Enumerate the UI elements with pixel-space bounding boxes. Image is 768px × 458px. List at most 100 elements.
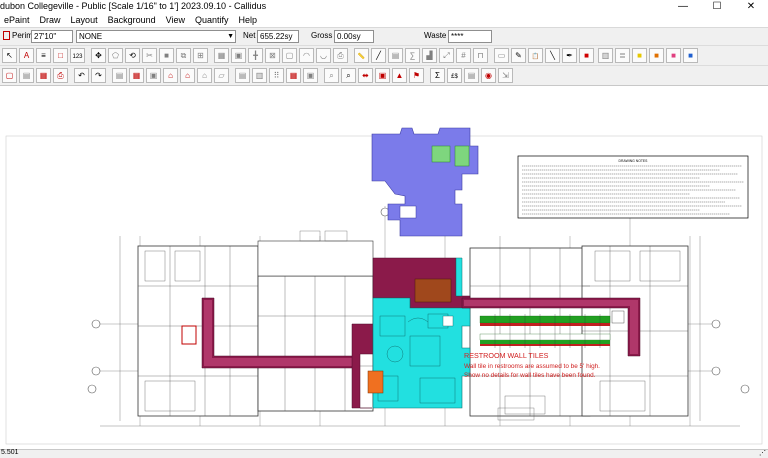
menu-epaint[interactable]: ePaint — [0, 14, 36, 27]
drawing-canvas[interactable]: DRAWING NOTES RESTROOM WALL TILES Wall t… — [0, 85, 768, 450]
pen-line-button[interactable]: ✒ — [562, 48, 577, 63]
menu-help[interactable]: Help — [235, 14, 264, 27]
stairs-tool-button[interactable]: ▟ — [422, 48, 437, 63]
seam-tool-button[interactable]: ╋ — [248, 48, 263, 63]
red-flag-button[interactable]: ⚑ — [409, 68, 424, 83]
vinyl-base-button[interactable]: ▭ — [494, 48, 509, 63]
net-field[interactable]: 655.22sy — [257, 30, 299, 43]
fit-width-button[interactable]: ⬌ — [358, 68, 373, 83]
rotate-tool-button[interactable]: ⟲ — [125, 48, 140, 63]
shape-button[interactable]: ▱ — [214, 68, 229, 83]
print-button[interactable]: ⎙ — [53, 68, 68, 83]
waste-field[interactable]: **** — [448, 30, 492, 43]
door-tool-button[interactable]: ⊓ — [473, 48, 488, 63]
orange-swatch-button[interactable]: ■ — [649, 48, 664, 63]
menu-quantify[interactable]: Quantify — [191, 14, 235, 27]
chevron-down-icon: ▼ — [227, 33, 234, 40]
undo-button[interactable]: ↶ — [74, 68, 89, 83]
north-arrow-button[interactable]: ▲ — [392, 68, 407, 83]
minimize-button[interactable]: — — [666, 0, 700, 14]
merge-tool-button[interactable]: ⊞ — [193, 48, 208, 63]
line-tool-button[interactable]: ╱ — [371, 48, 386, 63]
perim-field[interactable]: 27'10" — [31, 30, 73, 43]
border-tool-button[interactable]: ▢ — [282, 48, 297, 63]
ruler-tool-button[interactable]: 📏 — [354, 48, 369, 63]
pointer-tool-icon: ↖ — [6, 51, 13, 60]
grid-dots-button[interactable]: ⠿ — [269, 68, 284, 83]
search-button[interactable]: ◉ — [481, 68, 496, 83]
house-plus-button[interactable]: ⌂ — [180, 68, 195, 83]
room-list-button[interactable]: ▤ — [112, 68, 127, 83]
fill-tool-icon: ▣ — [234, 51, 243, 60]
house-minus-button[interactable]: ⌂ — [197, 68, 212, 83]
gross-field[interactable]: 0.00sy — [334, 30, 374, 43]
arc-tool-button[interactable]: ◡ — [316, 48, 331, 63]
image-button[interactable]: ▣ — [303, 68, 318, 83]
cyan-flooring-area — [372, 297, 471, 409]
menu-layout[interactable]: Layout — [67, 14, 104, 27]
tile-pattern-button[interactable]: ▦ — [286, 68, 301, 83]
numbering-tool-button[interactable]: 123 — [70, 48, 85, 63]
resize-grip-icon: ⋰ — [759, 450, 766, 457]
pounds-dollars-button[interactable]: £$ — [447, 68, 462, 83]
calc-tool-button[interactable]: ∑ — [405, 48, 420, 63]
print-tool-button[interactable]: ⎙ — [333, 48, 348, 63]
copy-tool-button[interactable]: ⧉ — [176, 48, 191, 63]
zoom-window-button[interactable]: ⌕ — [324, 68, 339, 83]
polygon-tool-button[interactable]: ⬠ — [108, 48, 123, 63]
fill-tool-button[interactable]: ▣ — [231, 48, 246, 63]
cut-tool-button[interactable]: ✂ — [142, 48, 157, 63]
style-dropdown[interactable]: NONE ▼ — [76, 30, 236, 43]
blue-swatch-button[interactable]: ■ — [683, 48, 698, 63]
paste-tool-icon: 📋 — [531, 54, 540, 60]
fit-width-icon: ⬌ — [362, 71, 369, 80]
redo-icon: ↷ — [95, 71, 102, 80]
menu-draw[interactable]: Draw — [36, 14, 67, 27]
sigma-button[interactable]: Σ — [430, 68, 445, 83]
pointer-tool-button[interactable]: ↖ — [2, 48, 17, 63]
estimate-button[interactable]: ▤ — [464, 68, 479, 83]
rectangle-tool-button[interactable]: □ — [53, 48, 68, 63]
redo-button[interactable]: ↷ — [91, 68, 106, 83]
close-button[interactable]: ✕ — [734, 0, 768, 14]
seam-tool-icon: ╋ — [253, 51, 258, 60]
pink-swatch-button[interactable]: ■ — [666, 48, 681, 63]
text-align-button[interactable]: ≡ — [36, 48, 51, 63]
rug-tool-button[interactable]: ▦ — [214, 48, 229, 63]
hatch-tool-button[interactable]: ▤ — [388, 48, 403, 63]
paste-tool-button[interactable]: 📋 — [528, 48, 543, 63]
open-file-button[interactable]: ▤ — [19, 68, 34, 83]
yellow-swatch-button[interactable]: ■ — [632, 48, 647, 63]
new-file-button[interactable]: ▢ — [2, 68, 17, 83]
magnifier-button[interactable]: ⌕ — [341, 68, 356, 83]
square-tool-button[interactable]: ■ — [159, 48, 174, 63]
maximize-button[interactable]: ☐ — [700, 0, 734, 14]
save-file-button[interactable]: ▦ — [36, 68, 51, 83]
report-alt-button[interactable]: ▥ — [252, 68, 267, 83]
zoom-extents-button[interactable]: ⤢ — [439, 48, 454, 63]
red-box-button[interactable]: ▣ — [375, 68, 390, 83]
line-weight-button[interactable]: ≣ — [615, 48, 630, 63]
transition-tool-button[interactable]: ▥ — [598, 48, 613, 63]
house-button[interactable]: ⌂ — [163, 68, 178, 83]
grid-tool-icon: # — [461, 51, 466, 60]
pencil-tool-button[interactable]: ✎ — [511, 48, 526, 63]
report-button[interactable]: ▤ — [235, 68, 250, 83]
red-fill-icon: ■ — [584, 51, 589, 60]
tile-pattern-icon: ▦ — [289, 71, 298, 80]
menu-view[interactable]: View — [162, 14, 191, 27]
layer-button[interactable]: ▣ — [146, 68, 161, 83]
export-button[interactable]: ⇲ — [498, 68, 513, 83]
floor-plan[interactable]: DRAWING NOTES RESTROOM WALL TILES Wall t… — [0, 86, 768, 450]
text-tool-button[interactable]: A — [19, 48, 34, 63]
cut-pattern-button[interactable]: ⊠ — [265, 48, 280, 63]
undo-icon: ↶ — [78, 71, 85, 80]
grid-tool-button[interactable]: # — [456, 48, 471, 63]
zoom-extents-icon: ⤢ — [443, 51, 450, 60]
move-tool-button[interactable]: ✥ — [91, 48, 106, 63]
diagonal-line-button[interactable]: ╲ — [545, 48, 560, 63]
color-palette-button[interactable]: ▦ — [129, 68, 144, 83]
menu-background[interactable]: Background — [104, 14, 162, 27]
curve-tool-button[interactable]: ◠ — [299, 48, 314, 63]
red-fill-button[interactable]: ■ — [579, 48, 594, 63]
